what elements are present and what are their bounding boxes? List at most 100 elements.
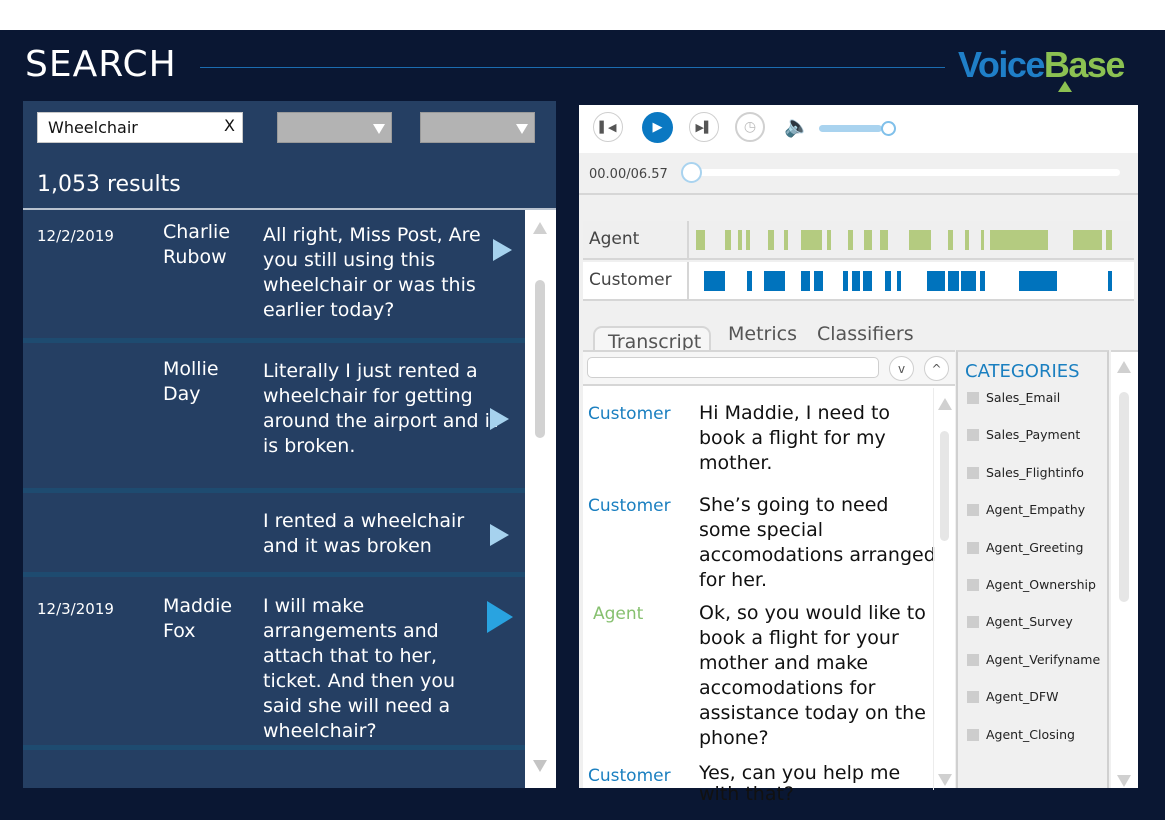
agent-speech-segment[interactable] xyxy=(1073,230,1102,250)
agent-speech-segment[interactable] xyxy=(864,230,873,250)
customer-speech-segment[interactable] xyxy=(897,271,902,291)
agent-speech-segment[interactable] xyxy=(725,230,732,250)
category-checkbox[interactable] xyxy=(967,466,979,479)
customer-speech-segment[interactable] xyxy=(1107,271,1112,291)
scroll-down-icon[interactable] xyxy=(938,774,952,786)
category-checkbox[interactable] xyxy=(967,728,979,741)
customer-track-timeline[interactable] xyxy=(687,262,1134,299)
search-input[interactable] xyxy=(37,112,243,143)
volume-slider[interactable] xyxy=(819,125,882,132)
results-scrollbar[interactable] xyxy=(525,208,556,788)
previous-button[interactable]: ▌◀ xyxy=(593,112,623,142)
filter-dropdown-1[interactable] xyxy=(277,112,392,143)
category-checkbox[interactable] xyxy=(967,691,979,704)
customer-speech-segment[interactable] xyxy=(763,271,785,291)
previous-match-button[interactable]: ^ xyxy=(924,356,949,381)
play-result-icon[interactable] xyxy=(490,408,509,430)
result-date: 12/2/2019 xyxy=(37,227,114,245)
play-result-icon[interactable] xyxy=(487,601,513,633)
agent-speech-segment[interactable] xyxy=(848,230,854,250)
logo-triangle-icon xyxy=(1058,81,1072,92)
customer-speech-segment[interactable] xyxy=(979,271,985,291)
categories-title: CATEGORIES xyxy=(965,361,1080,382)
category-checkbox[interactable] xyxy=(967,504,979,517)
agent-speech-segment[interactable] xyxy=(746,230,751,250)
category-label: Agent_Empathy xyxy=(986,502,1086,518)
result-text: I will make arrangements and attach that… xyxy=(263,595,456,742)
agent-speech-segment[interactable] xyxy=(964,230,969,250)
utterance-speaker: Customer xyxy=(588,766,671,786)
clear-search-button[interactable]: X xyxy=(224,116,235,135)
category-checkbox[interactable] xyxy=(967,429,979,442)
agent-speech-segment[interactable] xyxy=(738,230,743,250)
utterance-speaker: Customer xyxy=(588,404,671,424)
agent-speech-segment[interactable] xyxy=(880,230,889,250)
category-checkbox[interactable] xyxy=(967,653,979,666)
category-checkbox[interactable] xyxy=(967,392,979,404)
next-button[interactable]: ▶▌ xyxy=(689,112,719,142)
customer-speech-segment[interactable] xyxy=(800,271,810,291)
result-row[interactable]: 12/2/2019 Charlie Rubow All right, Miss … xyxy=(23,210,525,343)
volume-slider-handle[interactable] xyxy=(881,121,896,136)
result-row[interactable]: 12/3/2019 Maddie Fox I will make arrange… xyxy=(23,577,525,750)
agent-speech-segment[interactable] xyxy=(1106,230,1112,250)
logo-base-text: Base xyxy=(1043,44,1126,85)
scroll-down-icon[interactable] xyxy=(1117,775,1131,787)
progress-slider[interactable] xyxy=(690,169,1120,176)
tab-classifiers[interactable]: Classifiers xyxy=(817,323,914,345)
scroll-thumb[interactable] xyxy=(535,280,545,438)
tab-metrics[interactable]: Metrics xyxy=(728,323,797,345)
result-row[interactable]: Mollie Day Literally I just rented a whe… xyxy=(23,343,525,493)
customer-speech-segment[interactable] xyxy=(852,271,861,291)
agent-speech-segment[interactable] xyxy=(800,230,822,250)
result-row[interactable]: I rented a wheelchair and it was broken xyxy=(23,493,525,577)
agent-track: Agent xyxy=(583,221,1134,260)
customer-speech-segment[interactable] xyxy=(746,271,752,291)
agent-speech-segment[interactable] xyxy=(827,230,832,250)
play-result-icon[interactable] xyxy=(490,524,509,546)
agent-speech-segment[interactable] xyxy=(909,230,931,250)
customer-speech-segment[interactable] xyxy=(813,271,824,291)
player-controls: ▌◀ ▶ ▶▌ ◷ 🔈 xyxy=(579,105,1138,153)
scroll-up-icon[interactable] xyxy=(938,398,952,410)
category-checkbox[interactable] xyxy=(967,616,979,629)
scroll-thumb[interactable] xyxy=(1119,392,1129,602)
customer-speech-segment[interactable] xyxy=(863,271,873,291)
customer-speech-segment[interactable] xyxy=(947,271,959,291)
speaker-icon[interactable]: 🔈 xyxy=(784,114,810,139)
agent-track-label: Agent xyxy=(589,229,640,249)
progress-slider-handle[interactable] xyxy=(681,162,702,183)
scroll-up-icon[interactable] xyxy=(533,222,547,234)
result-speaker: Mollie Day xyxy=(163,358,219,405)
scroll-up-icon[interactable] xyxy=(1117,361,1131,373)
history-button[interactable]: ◷ xyxy=(735,112,765,142)
agent-speech-segment[interactable] xyxy=(767,230,775,250)
agent-track-timeline[interactable] xyxy=(687,221,1134,258)
agent-speech-segment[interactable] xyxy=(989,230,1049,250)
customer-speech-segment[interactable] xyxy=(1019,271,1058,291)
agent-speech-segment[interactable] xyxy=(696,230,706,250)
agent-speech-segment[interactable] xyxy=(783,230,788,250)
next-match-button[interactable]: v xyxy=(889,356,914,381)
scroll-down-icon[interactable] xyxy=(533,760,547,772)
customer-speech-segment[interactable] xyxy=(885,271,892,291)
customer-speech-segment[interactable] xyxy=(843,271,849,291)
utterance-speaker: Customer xyxy=(588,496,671,516)
category-checkbox[interactable] xyxy=(967,579,979,591)
play-button[interactable]: ▶ xyxy=(642,112,673,143)
filter-dropdown-2[interactable] xyxy=(420,112,535,143)
transcript-search-input[interactable] xyxy=(587,357,879,378)
agent-speech-segment[interactable] xyxy=(947,230,953,250)
categories-scrollbar[interactable] xyxy=(1111,350,1138,788)
play-result-icon[interactable] xyxy=(493,239,512,261)
customer-track: Customer xyxy=(583,262,1134,301)
transcript-scrollbar[interactable] xyxy=(933,388,955,790)
title-divider xyxy=(200,67,945,68)
customer-speech-segment[interactable] xyxy=(704,271,726,291)
scroll-thumb[interactable] xyxy=(940,431,949,541)
customer-speech-segment[interactable] xyxy=(926,271,945,291)
skip-back-icon: ▌◀ xyxy=(599,120,617,134)
agent-speech-segment[interactable] xyxy=(980,230,985,250)
customer-speech-segment[interactable] xyxy=(960,271,976,291)
category-checkbox[interactable] xyxy=(967,541,979,554)
